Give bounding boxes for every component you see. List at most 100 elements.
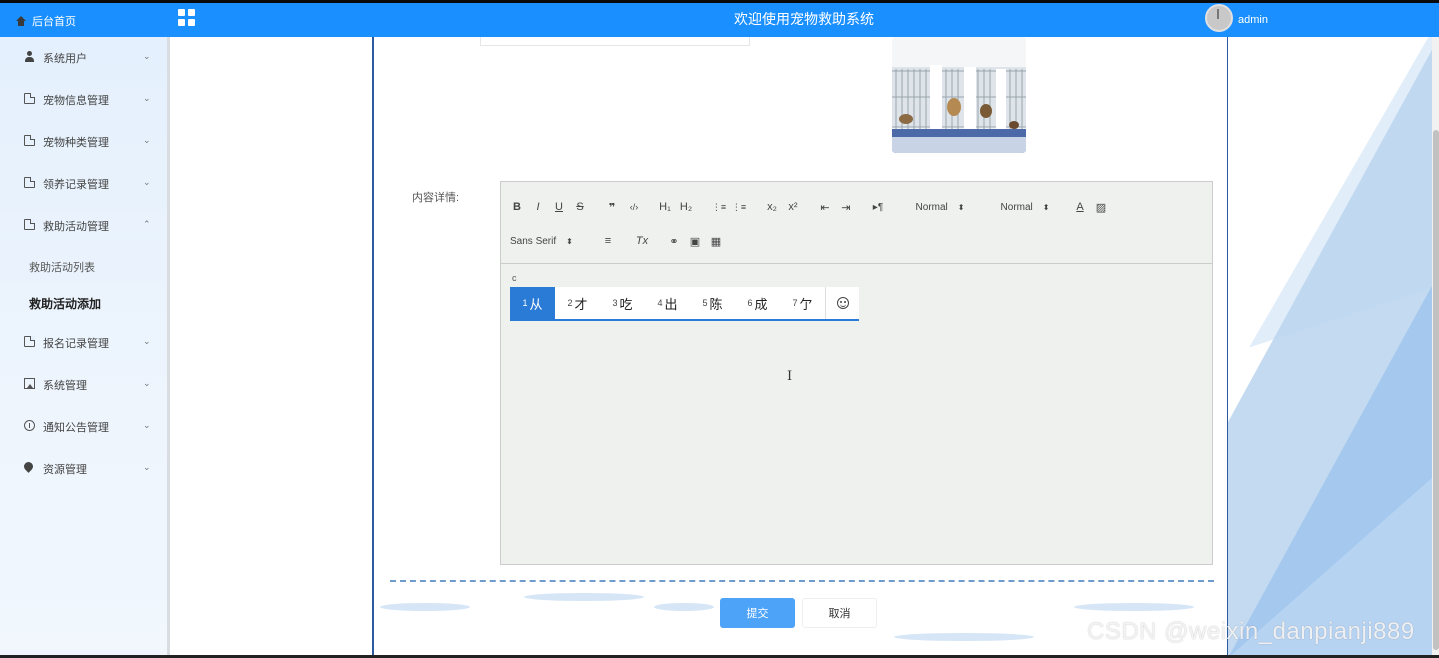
- chevron-down-icon: ⌄: [143, 51, 151, 61]
- sidebar-item-label: 系统用户: [43, 53, 87, 65]
- sidebar-subitem-activity-list[interactable]: 救助活动列表: [29, 259, 95, 275]
- chevron-down-icon: ⌄: [143, 135, 151, 145]
- sidebar-item-label: 领养记录管理: [43, 179, 109, 191]
- user-icon: [24, 51, 35, 62]
- username[interactable]: admin: [1238, 14, 1268, 26]
- document-icon: [24, 219, 35, 230]
- chevron-down-icon: ⌄: [143, 420, 151, 430]
- scrollbar-thumb[interactable]: [1433, 130, 1439, 650]
- document-icon: [24, 135, 35, 146]
- ime-candidate[interactable]: 2才: [555, 287, 600, 319]
- submit-button[interactable]: 提交: [720, 598, 795, 628]
- ordered-list-button[interactable]: ⋮≡: [711, 199, 727, 215]
- chevron-down-icon: ⌄: [143, 336, 151, 346]
- font-select[interactable]: Sans Serif ⬍: [510, 233, 590, 249]
- header-select[interactable]: Normal ⬍: [991, 199, 1059, 215]
- size-select[interactable]: Normal ⬍: [906, 199, 974, 215]
- background-decoration: [1228, 37, 1439, 658]
- bullet-list-button[interactable]: ⋮≡: [731, 199, 747, 215]
- ime-candidate[interactable]: 4出: [645, 287, 690, 319]
- video-button[interactable]: ▦: [708, 233, 724, 249]
- form-divider: [390, 580, 1214, 582]
- form-panel: 内容详情: B I U S ❞ ‹/› H₁ H₂ ⋮≡ ⋮≡ x₂ x² ⇤ …: [372, 37, 1228, 658]
- subscript-button[interactable]: x₂: [764, 199, 780, 215]
- ime-pinyin: c: [512, 273, 517, 283]
- text-color-button[interactable]: A: [1072, 199, 1088, 215]
- cancel-button[interactable]: 取消: [802, 598, 877, 628]
- content-detail-label: 内容详情:: [412, 192, 460, 204]
- italic-button[interactable]: I: [531, 199, 545, 215]
- sidebar-item-label: 宠物信息管理: [43, 95, 109, 107]
- sidebar-item-label: 宠物种类管理: [43, 137, 109, 149]
- size-select-value: Normal: [915, 201, 948, 213]
- editor-toolbar: B I U S ❞ ‹/› H₁ H₂ ⋮≡ ⋮≡ x₂ x² ⇤ ⇥ ▸¶ N…: [501, 182, 1212, 264]
- font-select-value: Sans Serif: [510, 235, 557, 247]
- sidebar-subitem-activity-add[interactable]: 救助活动添加: [29, 295, 101, 312]
- image-button[interactable]: ▣: [687, 233, 703, 249]
- sidebar-item-label: 资源管理: [43, 464, 87, 476]
- background-wave: [894, 633, 1034, 641]
- top-bar: 后台首页 欢迎使用宠物救助系统 admin: [0, 0, 1439, 37]
- ime-candidate[interactable]: 5陈: [690, 287, 735, 319]
- background-wave: [1074, 603, 1194, 611]
- previous-field-input[interactable]: [480, 37, 750, 46]
- align-button[interactable]: ≡: [600, 233, 616, 249]
- indent-button[interactable]: ⇥: [838, 199, 854, 215]
- sidebar-item-rescue-activity[interactable]: 救助活动管理 ⌃: [0, 213, 167, 237]
- sidebar-item-label: 救助活动管理: [43, 221, 109, 233]
- document-icon: [24, 93, 35, 104]
- info-icon: [24, 420, 35, 431]
- sidebar-item-resources[interactable]: 资源管理 ⌄: [0, 456, 167, 480]
- pet-image: [892, 37, 1026, 153]
- text-direction-button[interactable]: ▸¶: [869, 199, 887, 215]
- ime-candidate[interactable]: 6成: [735, 287, 780, 319]
- ime-candidate[interactable]: 3吃: [600, 287, 645, 319]
- background-color-button[interactable]: ▨: [1093, 199, 1109, 215]
- background-wave: [524, 593, 644, 601]
- chevron-down-icon: ⌄: [143, 378, 151, 388]
- code-block-button[interactable]: ‹/›: [625, 199, 643, 215]
- watermark: CSDN @weixin_danpianji889: [1087, 618, 1415, 645]
- document-icon: [24, 336, 35, 347]
- chevron-down-icon: ⌄: [143, 93, 151, 103]
- link-button[interactable]: ⚭: [666, 233, 682, 249]
- emoji-button[interactable]: [825, 287, 859, 319]
- chevron-down-icon: ⌄: [143, 177, 151, 187]
- ime-candidate[interactable]: 1从: [510, 287, 555, 319]
- editor-content-area[interactable]: c 1从 2才 3吃 4出 5陈 6成 7亇 I: [501, 265, 1212, 564]
- blockquote-button[interactable]: ❞: [605, 199, 619, 215]
- outdent-button[interactable]: ⇤: [817, 199, 833, 215]
- avatar[interactable]: [1205, 4, 1233, 32]
- chevron-down-icon: ⌄: [143, 462, 151, 472]
- sidebar-item-system-users[interactable]: 系统用户 ⌄: [0, 45, 167, 69]
- header-select-value: Normal: [1000, 201, 1033, 213]
- sidebar-item-system-manage[interactable]: 系统管理 ⌄: [0, 372, 167, 396]
- ime-candidate-bar: 1从 2才 3吃 4出 5陈 6成 7亇: [510, 287, 859, 321]
- smiley-icon: [836, 297, 849, 309]
- rich-text-editor[interactable]: B I U S ❞ ‹/› H₁ H₂ ⋮≡ ⋮≡ x₂ x² ⇤ ⇥ ▸¶ N…: [500, 181, 1213, 565]
- select-arrow-icon: ⬍: [566, 236, 573, 246]
- select-arrow-icon: ⬍: [1042, 202, 1050, 212]
- sidebar-item-label: 系统管理: [43, 380, 87, 392]
- strike-button[interactable]: S: [573, 199, 587, 215]
- background-wave: [380, 603, 470, 611]
- underline-button[interactable]: U: [552, 199, 566, 215]
- chevron-up-icon: ⌃: [143, 219, 151, 229]
- sidebar: 系统用户 ⌄ 宠物信息管理 ⌄ 宠物种类管理 ⌄ 领养记录管理 ⌄ 救助活动管理…: [0, 37, 170, 658]
- document-icon: [24, 177, 35, 188]
- sidebar-item-label: 通知公告管理: [43, 422, 109, 434]
- clean-format-button[interactable]: Tx: [634, 233, 650, 249]
- sidebar-item-pet-info[interactable]: 宠物信息管理 ⌄: [0, 87, 167, 111]
- text-cursor-icon: I: [787, 369, 793, 384]
- header-1-button[interactable]: H₁: [657, 199, 673, 215]
- sidebar-item-adoption[interactable]: 领养记录管理 ⌄: [0, 171, 167, 195]
- sidebar-item-notices[interactable]: 通知公告管理 ⌄: [0, 414, 167, 438]
- sidebar-item-signup-records[interactable]: 报名记录管理 ⌄: [0, 330, 167, 354]
- drop-icon: [22, 460, 35, 473]
- bold-button[interactable]: B: [510, 199, 524, 215]
- sidebar-item-pet-type[interactable]: 宠物种类管理 ⌄: [0, 129, 167, 153]
- ime-candidate[interactable]: 7亇: [780, 287, 825, 319]
- header-2-button[interactable]: H₂: [678, 199, 694, 215]
- superscript-button[interactable]: x²: [785, 199, 801, 215]
- picture-icon: [24, 378, 35, 389]
